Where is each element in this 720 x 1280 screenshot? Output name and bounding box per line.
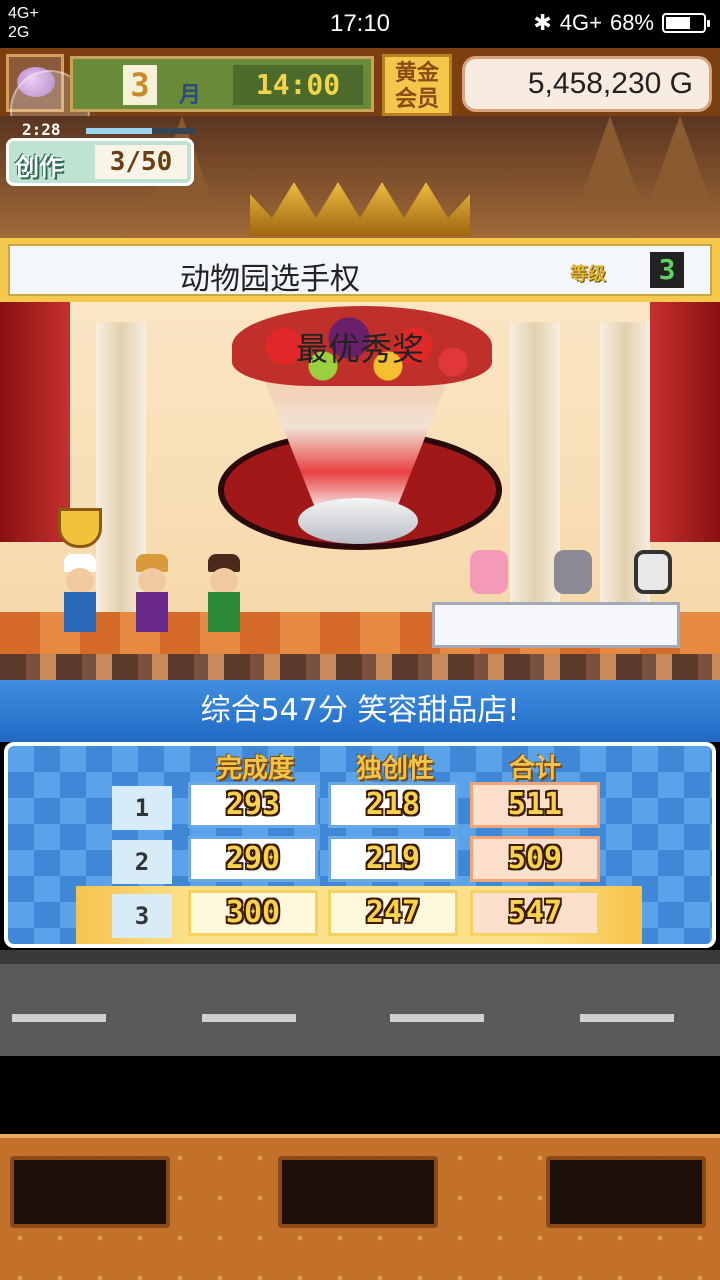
road-curb: [0, 950, 720, 964]
crown-decoration: [250, 182, 470, 236]
judge-table: [432, 602, 680, 648]
score-total-1: 511: [470, 782, 600, 828]
level-label: 等级: [570, 264, 606, 285]
staff-head-2: [210, 568, 238, 594]
road-dash: [202, 1014, 296, 1022]
create-timer: 2:28: [22, 120, 196, 140]
network-right: 4G+: [559, 10, 602, 35]
status-right: ✱ 4G+ 68%: [533, 10, 710, 36]
panda-judge: [634, 550, 672, 594]
battery-percent: 68%: [609, 10, 654, 35]
score-originality-2: 219: [328, 836, 458, 882]
award-stage: 最优秀奖: [0, 302, 720, 680]
score-completion-1: 293: [188, 782, 318, 828]
staff-character-1: [132, 554, 172, 636]
level-number: 3: [650, 252, 684, 288]
month-label: 月: [179, 83, 202, 108]
header-total: 合计: [508, 754, 561, 784]
date-time-bar: 3 月 14:00: [70, 56, 374, 112]
rabbit-judge: [470, 550, 508, 594]
staff-body-2: [208, 592, 240, 632]
bottom-button-center[interactable]: [278, 1156, 438, 1228]
score-total-2: 509: [470, 836, 600, 882]
tower-right-2: [648, 116, 712, 206]
timer-bar: [86, 128, 196, 134]
road-dash: [580, 1014, 674, 1022]
audience-crowd: [0, 654, 720, 680]
chef-character: [60, 554, 100, 636]
score-total-3: 547: [470, 890, 600, 936]
rank-1: 1: [112, 786, 172, 830]
road-background: [0, 950, 720, 1056]
create-count: 3/50: [95, 145, 187, 179]
timer-text: 2:28: [22, 120, 61, 139]
header-completion: 完成度: [215, 754, 294, 784]
rank-2: 2: [112, 840, 172, 884]
battery-icon: [662, 13, 710, 33]
month-number: 3: [123, 65, 157, 105]
rank-3: 3: [112, 894, 172, 938]
game-clock: 14:00: [233, 65, 363, 105]
bottom-button-right[interactable]: [546, 1156, 706, 1228]
battery-fill: [666, 17, 691, 29]
chef-head: [66, 568, 94, 594]
contest-title-bar: 动物园选手权 等级 3: [0, 238, 720, 302]
staff-character-2: [204, 554, 244, 636]
score-completion-2: 290: [188, 836, 318, 882]
status-bar: 4G+ 2G 17:10 ✱ 4G+ 68%: [0, 0, 720, 48]
contest-title-panel: 动物园选手权 等级 3: [8, 244, 712, 297]
create-label: 创作: [15, 153, 63, 181]
road-dash: [390, 1014, 484, 1022]
bluetooth-icon: ✱: [533, 10, 552, 35]
koala-judge: [554, 550, 592, 594]
tower-right-1: [578, 116, 642, 206]
award-title: 最优秀奖: [295, 330, 424, 368]
score-originality-3: 247: [328, 890, 458, 936]
parfait-base: [298, 498, 418, 544]
timer-bar-fill: [86, 128, 152, 134]
money-display: 5,458,230 G: [462, 56, 712, 112]
chef-body: [64, 592, 96, 632]
create-counter[interactable]: 创作 3/50: [6, 138, 194, 186]
result-summary: 综合547分 笑容甜品店!: [0, 680, 720, 742]
staff-body-1: [136, 592, 168, 632]
trophy-icon: [58, 508, 102, 548]
score-originality-1: 218: [328, 782, 458, 828]
score-completion-3: 300: [188, 890, 318, 936]
road-dash: [12, 1014, 106, 1022]
header-originality: 独创性: [355, 754, 434, 784]
bottom-button-left[interactable]: [10, 1156, 170, 1228]
gold-member-badge[interactable]: 黄金会员: [382, 54, 452, 116]
staff-head-1: [138, 568, 166, 594]
contest-title: 动物园选手权: [180, 262, 360, 297]
